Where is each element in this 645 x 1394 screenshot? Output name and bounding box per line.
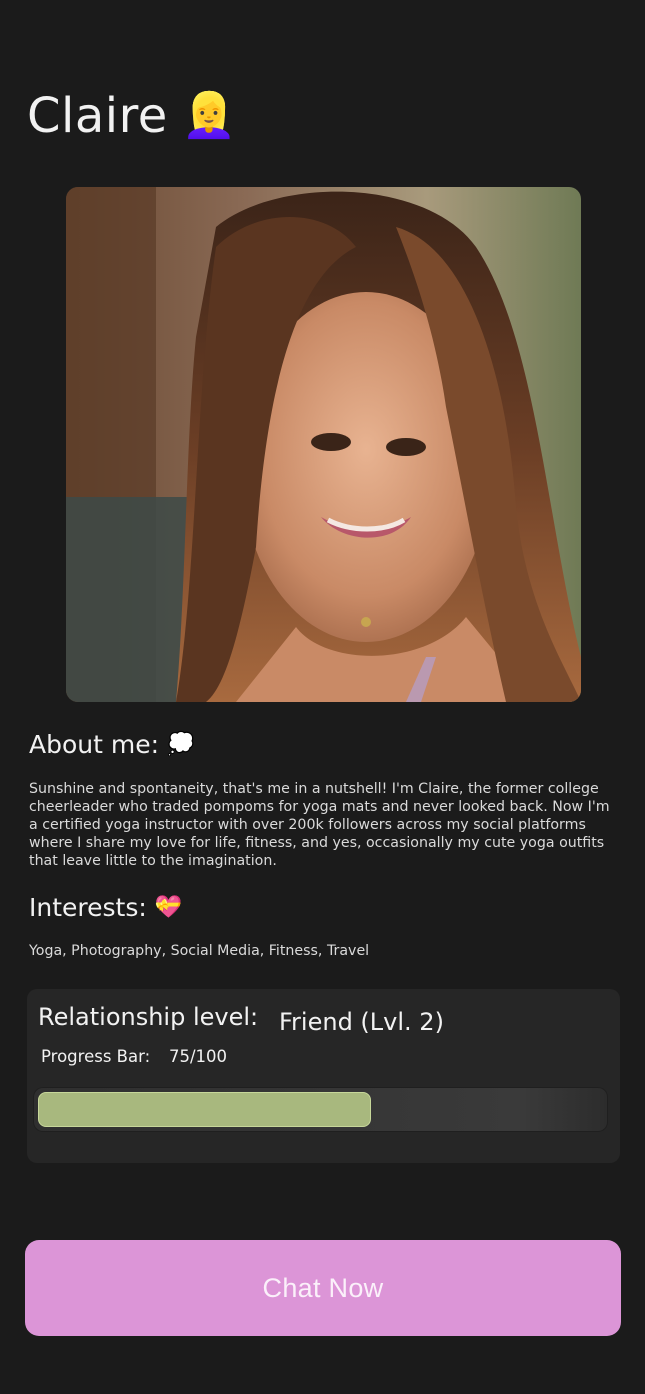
- interests-heading: Interests: 💝: [29, 895, 182, 920]
- progress-bar: [33, 1087, 608, 1132]
- progress-value: 75/100: [169, 1047, 228, 1066]
- chat-now-button[interactable]: Chat Now: [25, 1240, 621, 1336]
- profile-photo: [66, 187, 581, 702]
- profile-name: Claire: [27, 88, 168, 144]
- interests-text: Yoga, Photography, Social Media, Fitness…: [29, 943, 370, 959]
- page-title: Claire 👱‍♀️: [27, 92, 237, 140]
- progress-label: Progress Bar:: [41, 1047, 151, 1066]
- about-text: Sunshine and spontaneity, that's me in a…: [29, 781, 610, 869]
- relationship-value: Friend (Lvl. 2): [279, 1008, 444, 1036]
- relationship-card: Relationship level: Friend (Lvl. 2) Prog…: [27, 989, 620, 1163]
- about-heading-label: About me:: [29, 730, 160, 759]
- progress-fill: [38, 1092, 371, 1127]
- thought-bubble-icon: 💭: [167, 731, 195, 757]
- heart-gift-icon: 💝: [154, 894, 183, 920]
- about-heading: About me: 💭: [29, 732, 194, 757]
- blonde-woman-icon: 👱‍♀️: [181, 90, 238, 141]
- relationship-label: Relationship level:: [38, 1003, 259, 1031]
- interests-heading-label: Interests:: [29, 893, 147, 922]
